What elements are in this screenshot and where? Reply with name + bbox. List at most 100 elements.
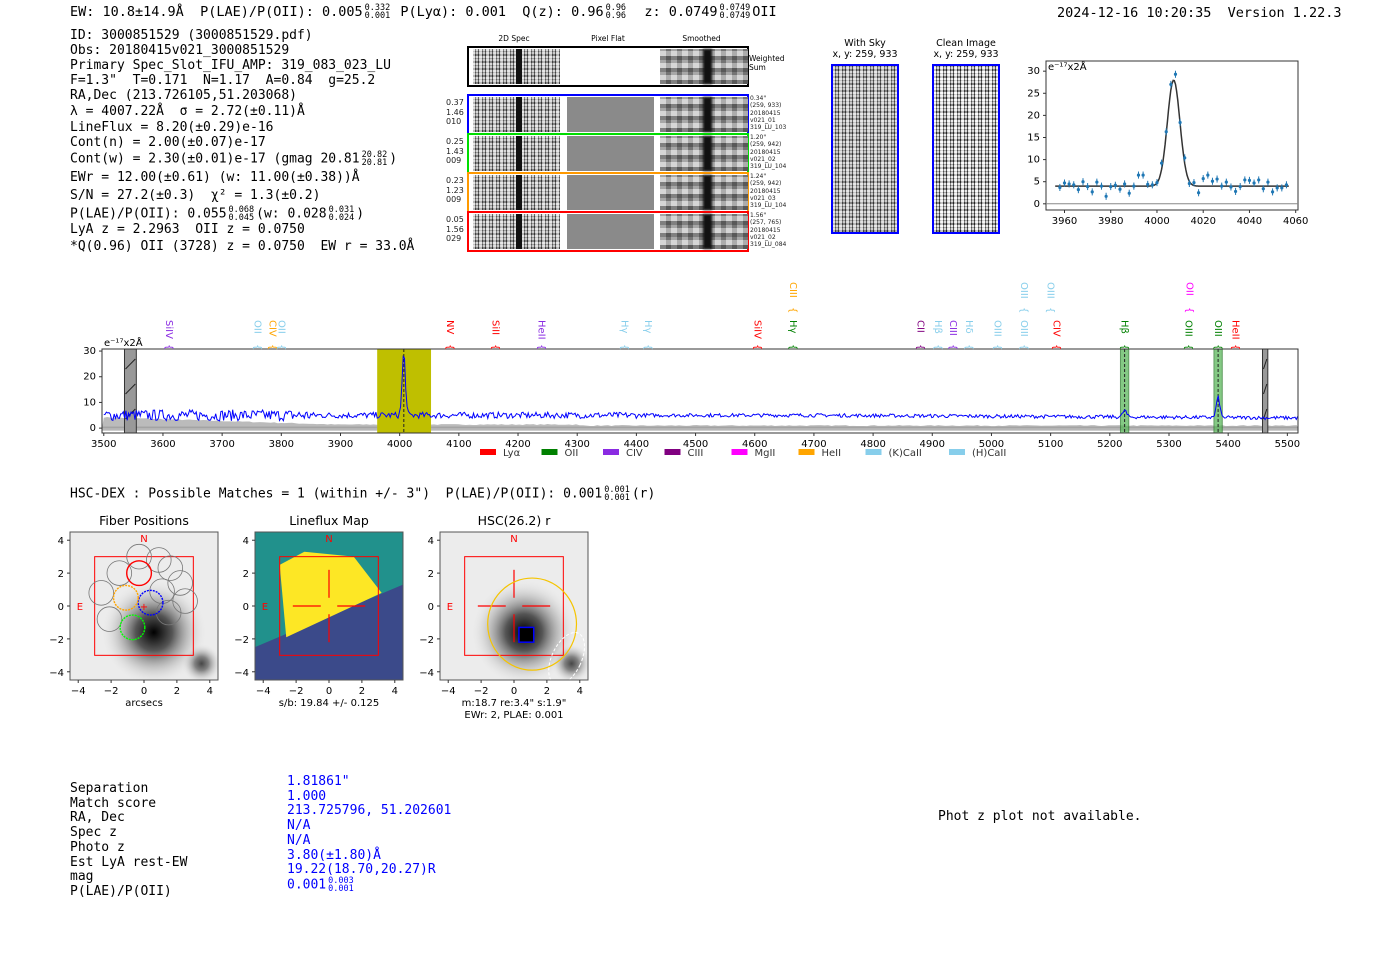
legend-label: HeII — [822, 448, 842, 459]
data-point — [1233, 189, 1238, 194]
y-tick-label: −2 — [419, 635, 434, 646]
line-label: CIII — [947, 320, 958, 336]
x-tick-label: −2 — [289, 686, 304, 697]
data-point — [1113, 183, 1117, 187]
line-label-bracket: { — [752, 344, 763, 350]
line-label-bracket: { — [991, 344, 1002, 350]
line-label: OIII — [1045, 282, 1056, 299]
line-label: SiIV — [163, 320, 174, 339]
line-label: HeII — [536, 320, 547, 340]
data-point — [1123, 182, 1127, 186]
line-label: OII — [275, 320, 286, 334]
data-point — [1270, 190, 1275, 194]
line-label-bracket: { — [490, 344, 501, 350]
data-point — [1099, 184, 1104, 188]
full-spectrum-plot: 3500 3600 3700 3800 3900 4000 4100 4200 4300 4400… — [83, 282, 1300, 459]
line-label-bracket: { — [1229, 344, 1240, 350]
line-label: Hβ — [1119, 320, 1130, 334]
data-point — [1159, 161, 1164, 165]
x-tick-label: −4 — [256, 686, 271, 697]
data-point — [1095, 180, 1099, 184]
line-label-bracket: { — [536, 344, 547, 350]
data-point — [1090, 190, 1094, 194]
x-tick-label: 4900 — [920, 439, 945, 450]
data-point — [1164, 130, 1168, 134]
match-label: P(LAE)/P(OII) — [70, 883, 172, 899]
line-label: Hγ — [642, 320, 653, 334]
line-label-bracket: { — [1051, 344, 1062, 350]
y-tick-label: −2 — [234, 635, 249, 646]
x-tick-label: 5500 — [1275, 439, 1300, 450]
y-tick-label: 4 — [428, 536, 434, 547]
legend-swatch — [949, 449, 965, 455]
y-tick-label: 20 — [83, 372, 96, 383]
data-point — [1210, 179, 1215, 183]
line-label: CIII — [787, 282, 798, 298]
data-point — [1275, 186, 1279, 190]
y-tick-label: −4 — [234, 668, 249, 679]
panel-caption: arcsecs — [125, 698, 163, 709]
data-point — [1169, 82, 1173, 87]
x-tick-label: 5400 — [1215, 439, 1240, 450]
x-tick-label: 4 — [207, 686, 213, 697]
line-label: SiIV — [752, 320, 763, 339]
data-point — [1178, 120, 1182, 125]
hsc-cutouts: + N E Fiber Positions 4 2 0 −2 −4 −4 −2 0 2 4 arcsecs N… — [49, 513, 589, 721]
data-point — [1192, 180, 1196, 185]
data-point — [1257, 178, 1261, 182]
line-label: Hβ — [932, 320, 943, 334]
x-tick-label: 5100 — [1038, 439, 1063, 450]
data-point — [1206, 173, 1210, 177]
line-label-bracket: { — [1184, 307, 1195, 313]
y-tick-label: 10 — [83, 397, 96, 408]
line-label: Hγ — [787, 320, 798, 334]
y-tick-label: −4 — [419, 668, 434, 679]
x-tick-label: 5300 — [1156, 439, 1181, 450]
data-point — [1284, 183, 1289, 187]
legend-label: (H)CaII — [972, 448, 1006, 459]
legend-swatch — [731, 449, 748, 455]
line-label-bracket: { — [1212, 344, 1223, 350]
data-point — [1150, 183, 1154, 187]
hsc-title: HSC-DEX : Possible Matches = 1 (within +… — [70, 485, 656, 503]
y-tick-label: 15 — [1027, 132, 1040, 143]
legend-swatch — [480, 449, 496, 455]
center-plus: + — [140, 602, 148, 613]
data-point — [1132, 184, 1136, 188]
line-label-bracket: { — [1119, 344, 1130, 350]
data-point — [1280, 186, 1284, 190]
match-value: N/A — [287, 832, 311, 848]
y-tick-label: 0 — [58, 602, 64, 613]
panel-title: Fiber Positions — [99, 513, 189, 528]
x-tick-label: 4040 — [1237, 216, 1262, 227]
zero-band — [102, 426, 1298, 431]
data-point — [1081, 180, 1085, 184]
y-tick-label: 5 — [1034, 177, 1040, 188]
data-point — [1261, 187, 1265, 191]
data-point — [1155, 180, 1159, 185]
legend-label: Lyα — [503, 448, 521, 459]
legend-swatch — [541, 449, 558, 455]
line-label-bracket: { — [787, 344, 798, 350]
north-label: N — [510, 534, 517, 545]
line-label-bracket: { — [947, 344, 958, 350]
match-value: 213.725796, 51.202601 — [287, 803, 452, 819]
line-label: OII — [252, 320, 263, 334]
legend-label: CIV — [626, 448, 643, 459]
line-label: OIII — [1212, 320, 1223, 337]
y-tick-label: −4 — [49, 668, 64, 679]
x-tick-label: 3960 — [1052, 216, 1077, 227]
info-line: *Q(0.96) OII (3728) z = 0.0750 EW r = 33… — [70, 239, 415, 254]
data-point — [1173, 72, 1178, 76]
data-point — [1215, 177, 1219, 181]
match-label: Spec z — [70, 825, 117, 841]
data-point — [1238, 184, 1242, 189]
data-point — [1136, 173, 1141, 177]
line-label-bracket: { — [787, 307, 798, 313]
line-label: Hγ — [619, 320, 630, 334]
east-label: E — [262, 602, 268, 613]
line-label-bracket: { — [163, 344, 174, 350]
match-label: Est LyA rest-EW — [70, 854, 188, 870]
legend-swatch — [798, 449, 815, 455]
line-label-bracket: { — [252, 344, 263, 350]
